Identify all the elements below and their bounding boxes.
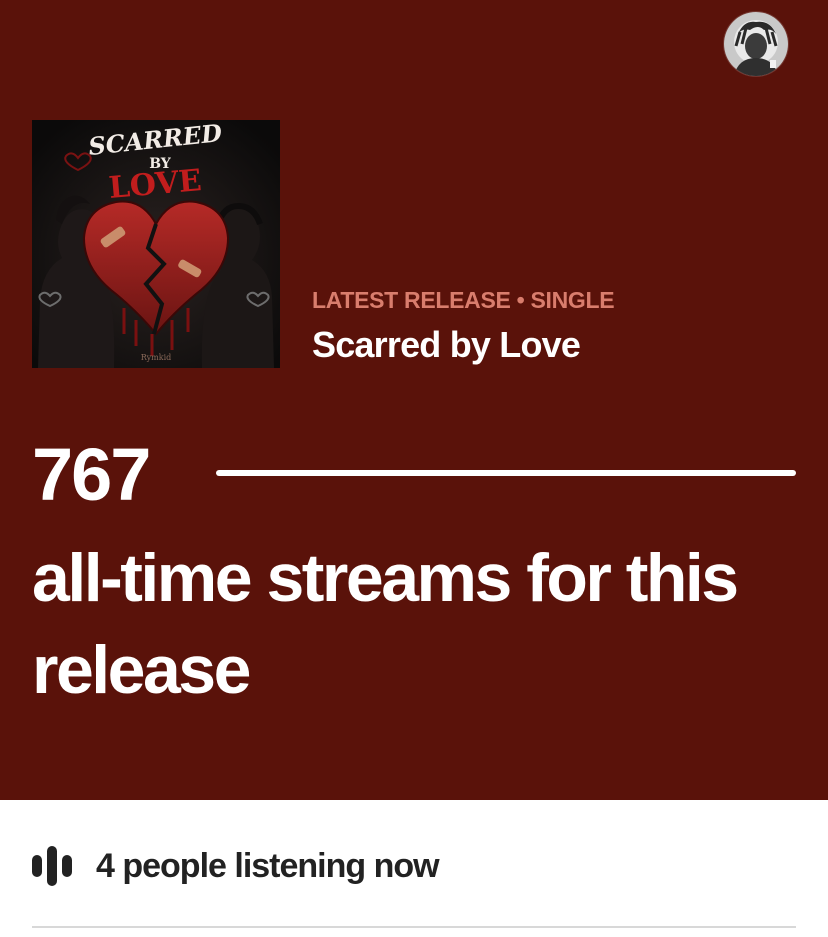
album-cover-art: SCARRED BY LOVE Rymkid [32,120,280,368]
release-meta: LATEST RELEASE • SINGLE Scarred by Love [312,285,615,367]
streams-stat: 767 [32,430,796,520]
release-stats-card: SCARRED BY LOVE Rymkid LATEST RELEASE • … [0,0,828,800]
avatar-image [724,12,788,76]
streams-count: 767 [32,433,151,516]
svg-text:Rymkid: Rymkid [141,353,172,362]
stat-divider-line [216,470,796,476]
streams-caption: all-time streams for this release [32,540,739,708]
audio-bars-icon [32,846,80,886]
listening-now-text: 4 people listening now [96,846,440,885]
listening-now: 4 people listening now [32,836,440,896]
profile-avatar[interactable] [724,12,788,76]
release-kicker: LATEST RELEASE • SINGLE [312,287,615,313]
section-divider [32,926,796,928]
album-cover[interactable]: SCARRED BY LOVE Rymkid [32,120,280,368]
release-title[interactable]: Scarred by Love [312,323,614,367]
